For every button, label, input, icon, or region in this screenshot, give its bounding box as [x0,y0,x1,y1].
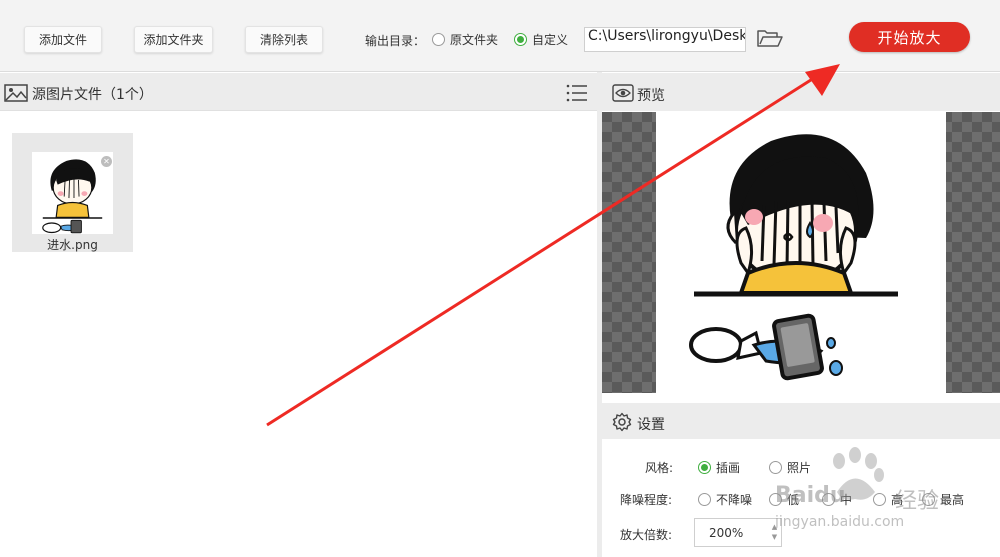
noise-option-label: 不降噪 [716,493,753,507]
radio-icon[interactable] [873,493,886,506]
noise-option-medium[interactable]: 中 [822,491,852,508]
output-original-label: 原文件夹 [450,33,499,47]
style-label: 风格: [645,461,674,475]
noise-option-label: 高 [891,493,904,507]
noise-option-label: 中 [840,493,853,507]
preview-canvas [602,112,1000,393]
folder-open-icon[interactable] [756,29,784,49]
preview-image [689,134,898,381]
source-files-header: 源图片文件（1个） [0,73,597,111]
scale-label: 放大倍数: [620,528,673,542]
noise-option-label: 最高 [940,493,965,507]
start-upscale-button[interactable]: 开始放大 [849,22,970,52]
noise-option-none[interactable]: 不降噪 [698,491,752,508]
scale-value: 200% [709,525,744,540]
output-dir-label: 输出目录： [365,34,426,48]
style-option-label: 照片 [787,461,812,475]
add-folder-button[interactable]: 添加文件夹 [134,26,213,53]
noise-option-high[interactable]: 高 [873,491,903,508]
toolbar: 添加文件 添加文件夹 清除列表 输出目录： 原文件夹 自定义 C:\Users\… [0,0,1000,72]
add-file-button[interactable]: 添加文件 [24,26,102,53]
noise-option-label: 低 [787,493,800,507]
list-view-icon[interactable] [566,83,588,106]
preview-title: 预览 [637,88,665,104]
output-original-option[interactable]: 原文件夹 [432,31,498,48]
radio-icon[interactable] [769,493,782,506]
radio-icon[interactable] [922,493,935,506]
file-name: 进水.png [47,238,98,252]
radio-icon[interactable] [822,493,835,506]
image-icon [4,84,28,105]
spin-arrows-icon[interactable]: ▲ ▼ [770,522,779,544]
radio-icon[interactable] [432,33,445,46]
output-custom-option[interactable]: 自定义 [514,31,568,48]
source-files-title: 源图片文件（1个） [32,87,153,103]
settings-header: 设置 [602,403,1000,439]
style-option-illustration[interactable]: 插画 [698,459,740,476]
style-option-label: 插画 [716,461,741,475]
noise-option-highest[interactable]: 最高 [922,491,964,508]
style-option-photo[interactable]: 照片 [769,459,811,476]
preview-header: 预览 [602,73,1000,111]
eye-icon [612,84,634,105]
remove-file-icon[interactable]: ✕ [101,156,112,167]
clear-list-button[interactable]: 清除列表 [245,26,323,53]
file-card[interactable]: ✕ 进水.png [12,133,133,252]
settings-title: 设置 [637,417,665,433]
radio-icon[interactable] [769,461,782,474]
scale-stepper[interactable]: 200% ▲ ▼ [694,518,782,547]
gear-icon [612,412,632,435]
noise-label: 降噪程度: [620,493,673,507]
noise-option-low[interactable]: 低 [769,491,799,508]
output-custom-label: 自定义 [532,33,569,47]
output-path-input[interactable]: C:\Users\lirongyu\Desk [584,27,746,52]
radio-checked-icon[interactable] [514,33,527,46]
radio-icon[interactable] [698,493,711,506]
radio-checked-icon[interactable] [698,461,711,474]
